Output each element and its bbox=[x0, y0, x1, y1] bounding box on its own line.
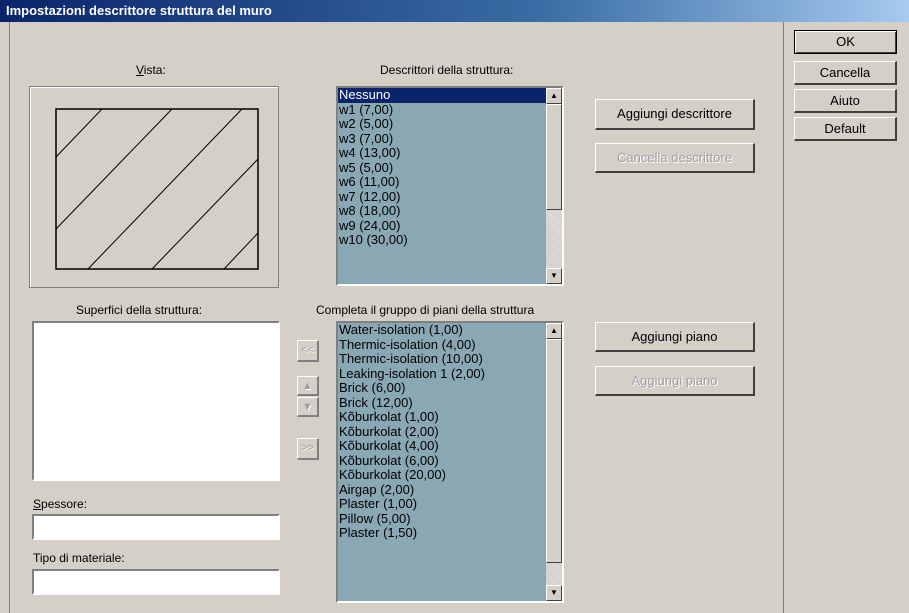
list-item[interactable]: Brick (6,00) bbox=[338, 381, 546, 396]
material-type-input[interactable] bbox=[32, 569, 280, 595]
list-item[interactable]: Thermic-isolation (10,00) bbox=[338, 352, 546, 367]
layers-scrollbar[interactable]: ▲ ▼ bbox=[546, 323, 562, 601]
list-item[interactable]: Plaster (1,50) bbox=[338, 526, 546, 541]
thickness-input[interactable] bbox=[32, 514, 280, 540]
scroll-down-arrow-icon[interactable]: ▼ bbox=[546, 585, 562, 601]
list-item[interactable]: Kõburkolat (1,00) bbox=[338, 410, 546, 425]
list-item[interactable]: w3 (7,00) bbox=[338, 132, 546, 147]
cancel-button[interactable]: Cancella bbox=[794, 61, 897, 85]
window-title: Impostazioni descrittore struttura del m… bbox=[6, 3, 272, 18]
scroll-up-arrow-icon[interactable]: ▲ bbox=[546, 88, 562, 104]
scroll-up-arrow-icon[interactable]: ▲ bbox=[546, 323, 562, 339]
move-down-button[interactable]: ▼ bbox=[297, 397, 319, 417]
list-item[interactable]: Plaster (1,00) bbox=[338, 497, 546, 512]
add-descriptor-button[interactable]: Aggiungi descrittore bbox=[595, 99, 755, 130]
descriptors-list[interactable]: Nessuno w1 (7,00) w2 (5,00) w3 (7,00) w4 (13… bbox=[336, 86, 564, 286]
descriptors-items: Nessuno w1 (7,00) w2 (5,00) w3 (7,00) w4 (13… bbox=[338, 88, 546, 248]
scroll-thumb[interactable] bbox=[546, 339, 562, 563]
list-item[interactable]: Kõburkolat (20,00) bbox=[338, 468, 546, 483]
up-arrow-icon: ▲ bbox=[302, 380, 313, 392]
structure-preview bbox=[29, 86, 279, 288]
list-item[interactable]: Kõburkolat (6,00) bbox=[338, 454, 546, 469]
list-item[interactable]: w5 (5,00) bbox=[338, 161, 546, 176]
add-layer-button[interactable]: Aggiungi piano bbox=[595, 322, 755, 352]
list-item[interactable]: w7 (12,00) bbox=[338, 190, 546, 205]
list-item[interactable]: w8 (18,00) bbox=[338, 204, 546, 219]
list-item[interactable]: w1 (7,00) bbox=[338, 103, 546, 118]
move-up-button[interactable]: ▲ bbox=[297, 376, 319, 396]
help-button[interactable]: Aiuto bbox=[794, 89, 897, 113]
descriptors-scrollbar[interactable]: ▲ ▼ bbox=[546, 88, 562, 284]
list-item[interactable]: Brick (12,00) bbox=[338, 396, 546, 411]
title-bar: Impostazioni descrittore struttura del m… bbox=[0, 0, 909, 22]
delete-descriptor-button[interactable]: Cancella descrittore bbox=[595, 143, 755, 173]
layers-label: Completa il gruppo di piani della strutt… bbox=[316, 303, 535, 317]
layers-items: Water-isolation (1,00) Thermic-isolation … bbox=[338, 323, 546, 541]
list-item[interactable]: w6 (11,00) bbox=[338, 175, 546, 190]
surfaces-label: Superfici della struttura: bbox=[76, 303, 203, 317]
ok-button[interactable]: OK bbox=[794, 30, 897, 54]
add-layer-disabled-button[interactable]: Aggiungi piano bbox=[595, 366, 755, 396]
list-item[interactable]: Kõburkolat (4,00) bbox=[338, 439, 546, 454]
down-arrow-icon: ▼ bbox=[302, 401, 313, 413]
side-button-panel: OK Cancella Aiuto Default bbox=[783, 22, 909, 613]
hatch-preview-image bbox=[55, 108, 259, 270]
surfaces-list[interactable] bbox=[32, 321, 280, 481]
list-item[interactable]: w2 (5,00) bbox=[338, 117, 546, 132]
list-item[interactable]: Thermic-isolation (4,00) bbox=[338, 338, 546, 353]
window-frame bbox=[0, 22, 10, 613]
list-item[interactable]: Airgap (2,00) bbox=[338, 483, 546, 498]
list-item[interactable]: Kõburkolat (2,00) bbox=[338, 425, 546, 440]
thickness-label: Spessore: bbox=[33, 497, 88, 511]
list-item[interactable]: w9 (24,00) bbox=[338, 219, 546, 234]
list-item[interactable]: Pillow (5,00) bbox=[338, 512, 546, 527]
list-item[interactable]: Water-isolation (1,00) bbox=[338, 323, 546, 338]
descriptors-label: Descrittori della struttura: bbox=[380, 63, 514, 77]
layers-list[interactable]: Water-isolation (1,00) Thermic-isolation … bbox=[336, 321, 564, 603]
dialog-body: Vista: Descrittori della struttura: Ness… bbox=[10, 23, 782, 609]
list-item[interactable]: Nessuno bbox=[338, 88, 546, 103]
move-right-button[interactable]: >> bbox=[297, 438, 319, 460]
scroll-thumb[interactable] bbox=[546, 104, 562, 210]
move-left-button[interactable]: << bbox=[297, 340, 319, 362]
list-item[interactable]: w4 (13,00) bbox=[338, 146, 546, 161]
preview-label: Vista: bbox=[136, 63, 166, 77]
default-button[interactable]: Default bbox=[794, 117, 897, 141]
scroll-track[interactable] bbox=[546, 210, 562, 268]
list-item[interactable]: Leaking-isolation 1 (2,00) bbox=[338, 367, 546, 382]
scroll-track[interactable] bbox=[546, 563, 562, 585]
scroll-down-arrow-icon[interactable]: ▼ bbox=[546, 268, 562, 284]
list-item[interactable]: w10 (30,00) bbox=[338, 233, 546, 248]
material-type-label: Tipo di materiale: bbox=[33, 551, 125, 565]
